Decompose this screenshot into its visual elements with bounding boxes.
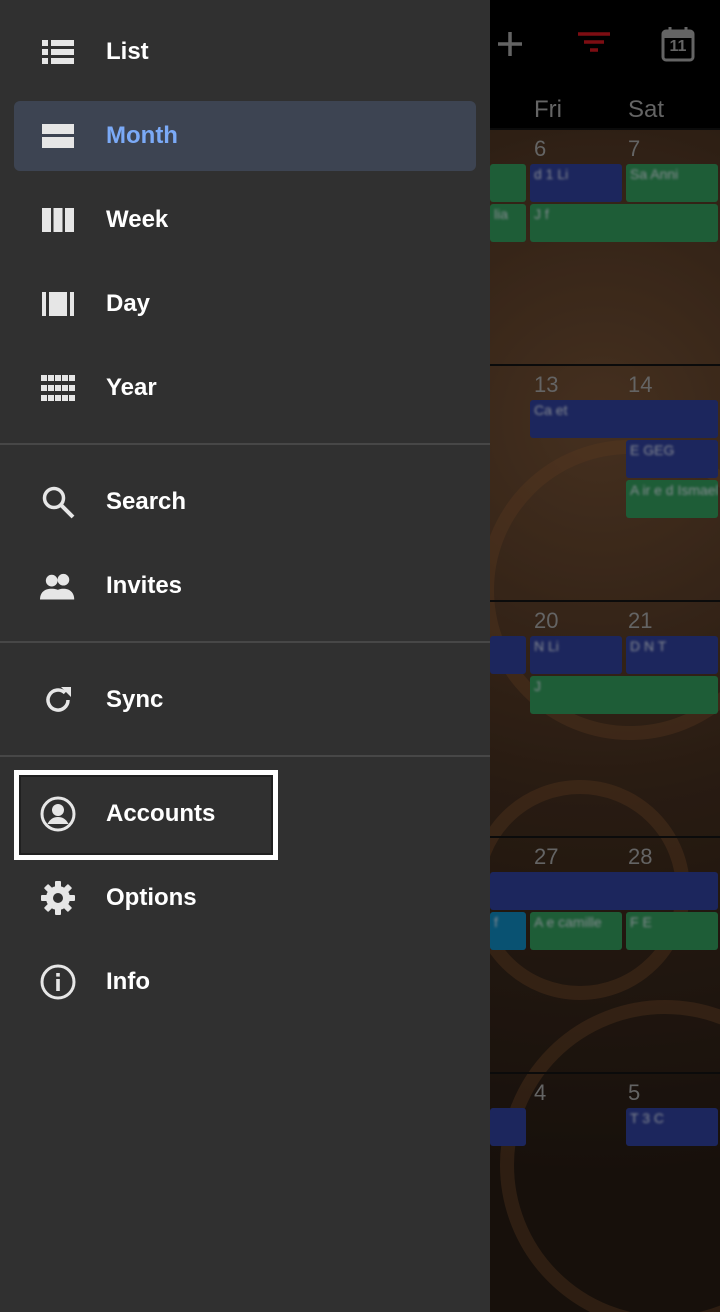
drawer-divider xyxy=(0,755,490,757)
year-view-icon xyxy=(40,370,76,406)
nav-item-year[interactable]: Year xyxy=(14,353,476,423)
nav-item-day[interactable]: Day xyxy=(14,269,476,339)
nav-item-sync[interactable]: Sync xyxy=(14,665,476,735)
nav-item-label: Week xyxy=(106,206,169,233)
info-icon xyxy=(40,964,76,1000)
nav-item-label: Search xyxy=(106,488,187,515)
nav-item-label: Day xyxy=(106,290,151,317)
nav-item-invites[interactable]: Invites xyxy=(14,551,476,621)
nav-item-list[interactable]: List xyxy=(14,17,476,87)
nav-item-month[interactable]: Month xyxy=(14,101,476,171)
week-view-icon xyxy=(40,202,76,238)
nav-item-options[interactable]: Options xyxy=(14,863,476,933)
navigation-drawer: List Month Week Day Year Search Invites … xyxy=(0,0,490,1312)
accounts-highlight-box xyxy=(14,770,278,860)
nav-item-label: Sync xyxy=(106,686,164,713)
nav-item-info[interactable]: Info xyxy=(14,947,476,1017)
nav-item-search[interactable]: Search xyxy=(14,467,476,537)
day-view-icon xyxy=(40,286,76,322)
nav-item-label: Year xyxy=(106,374,157,401)
people-icon xyxy=(40,568,76,604)
nav-item-label: Options xyxy=(106,884,197,911)
month-view-icon xyxy=(40,118,76,154)
nav-item-label: List xyxy=(106,38,149,65)
nav-item-week[interactable]: Week xyxy=(14,185,476,255)
nav-item-label: Info xyxy=(106,968,150,995)
gear-icon xyxy=(40,880,76,916)
nav-item-label: Invites xyxy=(106,572,183,599)
drawer-divider xyxy=(0,443,490,445)
drawer-divider xyxy=(0,641,490,643)
list-icon xyxy=(40,34,76,70)
nav-item-label: Month xyxy=(106,122,178,149)
sync-icon xyxy=(40,682,76,718)
search-icon xyxy=(40,484,76,520)
